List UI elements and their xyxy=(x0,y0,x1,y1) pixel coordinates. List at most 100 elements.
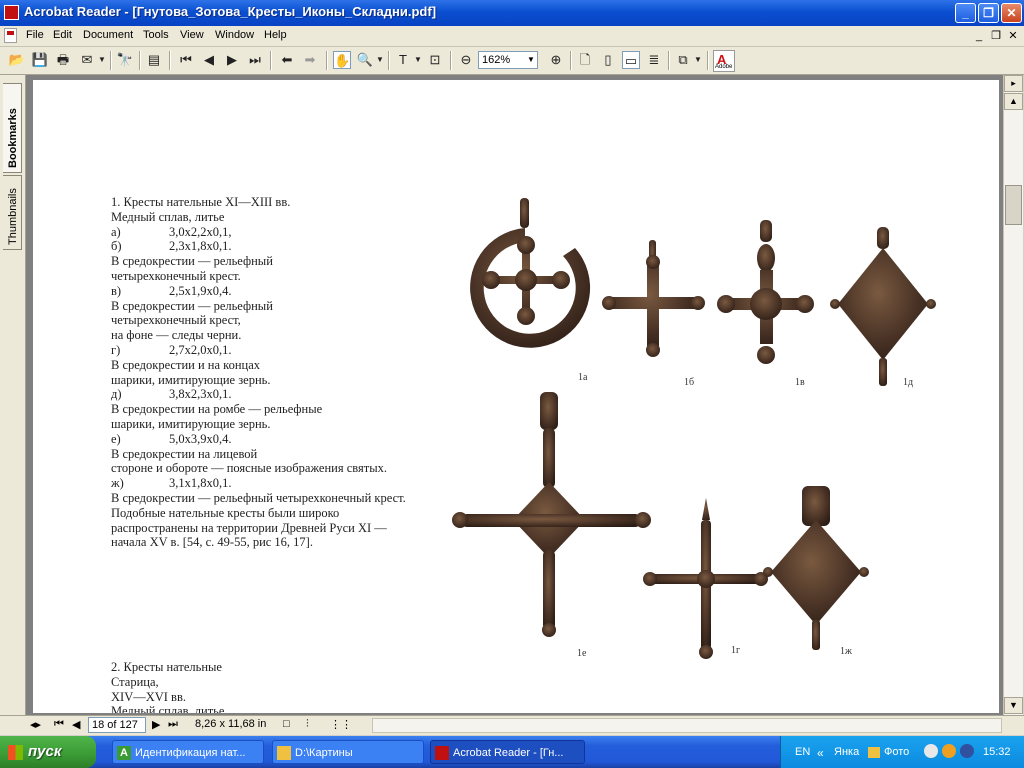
language-indicator[interactable]: EN xyxy=(795,746,810,758)
acrobat-icon xyxy=(435,746,449,760)
tray-user[interactable]: Янка xyxy=(834,746,859,758)
text-select-dropdown-icon[interactable]: ▼ xyxy=(413,51,423,69)
email-dropdown-icon[interactable]: ▼ xyxy=(97,51,107,69)
toolbar: 📂 💾 🖶 ✉ ▼ 🔭 ▤ ⏮ ◀ ▶ ⏭ ⬅ ➡ ✋ 🔍 ▼ T ▼ ⊡ ⊖ … xyxy=(0,47,1024,75)
cross-1g xyxy=(643,498,768,659)
zoom-in-tool-icon[interactable]: 🔍 xyxy=(356,51,374,69)
cross-1v xyxy=(717,220,814,364)
single-page-icon[interactable]: □ xyxy=(283,718,290,730)
network-icon[interactable] xyxy=(924,744,938,758)
menu-document[interactable]: Document xyxy=(83,29,133,41)
system-tray: EN « Янка Фото 15:32 xyxy=(780,736,1024,768)
fit-page-icon[interactable]: ▯ xyxy=(599,51,617,69)
menu-view[interactable]: View xyxy=(180,29,204,41)
last-page-icon[interactable]: ⏭ xyxy=(246,51,264,69)
previous-page-icon-status[interactable]: ◀ xyxy=(72,718,80,731)
caption-1e: 1е xyxy=(577,648,587,659)
crosses-photo xyxy=(452,198,936,659)
toolbar-arrow-icon[interactable]: « xyxy=(817,746,824,760)
scroll-up-icon[interactable]: ▲ xyxy=(1004,93,1023,110)
rotate-dropdown-icon[interactable]: ▼ xyxy=(693,51,703,69)
next-page-icon[interactable]: ▶ xyxy=(223,51,241,69)
continuous-icon[interactable]: ⫶ xyxy=(306,718,309,731)
actual-size-icon[interactable]: 🗋 xyxy=(576,51,594,69)
pdf-page[interactable]: 1. Кресты нательные XI—XIII вв. Медный с… xyxy=(33,80,999,713)
reflow-icon[interactable]: ≣ xyxy=(645,51,663,69)
doc-close-icon[interactable]: ✕ xyxy=(1006,29,1020,43)
minimize-button[interactable]: _ xyxy=(955,3,976,23)
document-icon[interactable] xyxy=(4,28,17,43)
tab-bookmarks[interactable]: Bookmarks xyxy=(3,83,22,173)
folder-icon xyxy=(277,746,291,760)
fit-width-icon[interactable]: ▭ xyxy=(622,51,640,69)
start-button[interactable]: пуск xyxy=(0,736,96,768)
volume-icon[interactable] xyxy=(960,744,974,758)
doc-minimize-icon[interactable]: _ xyxy=(972,29,986,43)
title-bar: Acrobat Reader - [Гнутова_Зотова_Кресты_… xyxy=(0,0,1024,26)
snapshot-icon[interactable]: ⊡ xyxy=(426,51,444,69)
zoom-in-icon[interactable]: ⊕ xyxy=(547,51,565,69)
tray-folder[interactable]: Фото xyxy=(884,746,909,758)
scroll-down-icon[interactable]: ▼ xyxy=(1004,697,1023,714)
close-button[interactable]: ✕ xyxy=(1001,3,1022,23)
hand-tool-icon[interactable]: ✋ xyxy=(333,51,351,69)
search-icon[interactable]: 🔭 xyxy=(116,51,134,69)
menu-file[interactable]: File xyxy=(26,29,44,41)
caption-1v: 1в xyxy=(795,377,805,388)
first-page-icon[interactable]: ⏮ xyxy=(177,51,195,69)
task-acrobat[interactable]: Acrobat Reader - [Гн... xyxy=(430,740,585,764)
zoom-out-icon[interactable]: ⊖ xyxy=(457,51,475,69)
tab-bookmarks-label: Bookmarks xyxy=(7,108,19,168)
page-number-value: 18 of 127 xyxy=(92,719,138,731)
start-label: пуск xyxy=(28,743,62,760)
menu-help[interactable]: Help xyxy=(264,29,287,41)
navigation-pane-icon[interactable]: ▤ xyxy=(145,51,163,69)
clock[interactable]: 15:32 xyxy=(983,746,1011,758)
horizontal-scrollbar[interactable] xyxy=(372,718,1002,733)
print-icon[interactable]: 🖶 xyxy=(54,51,72,69)
folder-tray-icon[interactable] xyxy=(868,747,880,758)
go-forward-icon[interactable]: ➡ xyxy=(301,51,319,69)
task-identification[interactable]: A Идентификация нат... xyxy=(112,740,264,764)
menu-bar: File Edit Document Tools View Window Hel… xyxy=(0,26,1024,47)
task-folder[interactable]: D:\Картины xyxy=(272,740,424,764)
doc-restore-icon[interactable]: ❐ xyxy=(989,29,1003,43)
adobe-logo-icon[interactable]: A Adobe xyxy=(713,50,735,72)
caption-1zh: 1ж xyxy=(840,646,852,657)
menu-edit[interactable]: Edit xyxy=(53,29,72,41)
last-page-icon-status[interactable]: ⏭ xyxy=(168,718,178,731)
go-back-icon[interactable]: ⬅ xyxy=(278,51,296,69)
panel-toggle-icon[interactable]: ◂▸ xyxy=(30,718,41,731)
caption-1g: 1г xyxy=(731,645,741,656)
previous-page-icon[interactable]: ◀ xyxy=(200,51,218,69)
restore-button[interactable]: ❐ xyxy=(978,3,999,23)
first-page-icon-status[interactable]: ⏮ xyxy=(54,718,64,731)
tab-thumbnails[interactable]: Thumbnails xyxy=(3,175,22,250)
navigation-pane: Bookmarks Thumbnails xyxy=(0,75,26,715)
open-icon[interactable]: 📂 xyxy=(8,51,26,69)
save-icon[interactable]: 💾 xyxy=(31,51,49,69)
task-label: D:\Картины xyxy=(295,747,353,759)
caption-1b: 1б xyxy=(684,377,695,388)
cross-1d xyxy=(830,227,936,386)
zoom-dropdown-icon[interactable]: ▼ xyxy=(525,52,537,68)
window-title: Acrobat Reader - [Гнутова_Зотова_Кресты_… xyxy=(24,4,437,19)
status-bar: ◂▸ ⏮ ◀ 18 of 127 ▶ ⏭ 8,26 x 11,68 in □ ⫶… xyxy=(0,715,1024,735)
email-icon[interactable]: ✉ xyxy=(78,51,96,69)
vertical-scrollbar[interactable]: ▸ ▲ ▼ xyxy=(1003,75,1023,715)
menu-window[interactable]: Window xyxy=(215,29,254,41)
scroll-thumb[interactable] xyxy=(1005,185,1022,225)
page-number-field[interactable]: 18 of 127 xyxy=(88,717,146,733)
cross-1zh xyxy=(763,486,869,650)
next-page-icon-status[interactable]: ▶ xyxy=(152,718,160,731)
rotate-view-icon[interactable]: ⧉ xyxy=(674,51,692,69)
menu-tools[interactable]: Tools xyxy=(143,29,169,41)
text-select-icon[interactable]: T xyxy=(394,51,412,69)
acrobat-app-icon[interactable] xyxy=(4,5,19,20)
zoom-tool-dropdown-icon[interactable]: ▼ xyxy=(375,51,385,69)
antivirus-icon[interactable] xyxy=(942,744,956,758)
facing-icon[interactable]: ⋮⋮ xyxy=(330,718,352,731)
split-handle-icon[interactable]: ▸ xyxy=(1004,75,1023,92)
zoom-level-input[interactable]: 162% ▼ xyxy=(478,51,538,69)
windows-logo-icon xyxy=(8,745,23,760)
